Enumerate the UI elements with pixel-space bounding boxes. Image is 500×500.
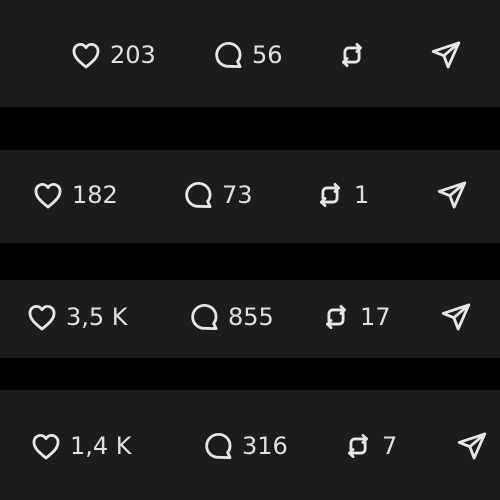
comment-icon xyxy=(200,429,236,463)
repost-button[interactable] xyxy=(334,38,376,72)
like-button[interactable]: 203 xyxy=(68,38,156,72)
share-button[interactable] xyxy=(438,300,474,334)
repost-button[interactable]: 1 xyxy=(312,178,369,212)
repost-icon xyxy=(318,300,354,334)
like-count: 1,4 K xyxy=(70,432,132,460)
comment-button[interactable]: 56 xyxy=(210,38,283,72)
heart-icon xyxy=(24,300,60,334)
share-button[interactable] xyxy=(454,429,490,463)
comment-count: 73 xyxy=(222,181,253,209)
repost-icon xyxy=(312,178,348,212)
heart-icon xyxy=(28,429,64,463)
repost-icon xyxy=(334,38,370,72)
comment-button[interactable]: 73 xyxy=(180,178,253,212)
repost-button[interactable]: 17 xyxy=(318,300,391,334)
send-icon xyxy=(434,178,470,212)
comment-count: 56 xyxy=(252,41,283,69)
like-button[interactable]: 3,5 K xyxy=(24,300,128,334)
repost-count: 1 xyxy=(354,181,370,209)
like-button[interactable]: 182 xyxy=(30,178,118,212)
comment-icon xyxy=(186,300,222,334)
comment-icon xyxy=(210,38,246,72)
comment-icon xyxy=(180,178,216,212)
comment-count: 855 xyxy=(228,303,274,331)
repost-button[interactable]: 7 xyxy=(340,429,397,463)
send-icon xyxy=(438,300,474,334)
send-icon xyxy=(454,429,490,463)
like-count: 203 xyxy=(110,41,156,69)
repost-count: 17 xyxy=(360,303,391,331)
like-button[interactable]: 1,4 K xyxy=(28,429,132,463)
comment-button[interactable]: 316 xyxy=(200,429,288,463)
send-icon xyxy=(428,38,464,72)
share-button[interactable] xyxy=(428,38,464,72)
repost-icon xyxy=(340,429,376,463)
heart-icon xyxy=(30,178,66,212)
comment-count: 316 xyxy=(242,432,288,460)
like-count: 3,5 K xyxy=(66,303,128,331)
share-button[interactable] xyxy=(434,178,470,212)
repost-count: 7 xyxy=(382,432,398,460)
comment-button[interactable]: 855 xyxy=(186,300,274,334)
like-count: 182 xyxy=(72,181,118,209)
heart-icon xyxy=(68,38,104,72)
